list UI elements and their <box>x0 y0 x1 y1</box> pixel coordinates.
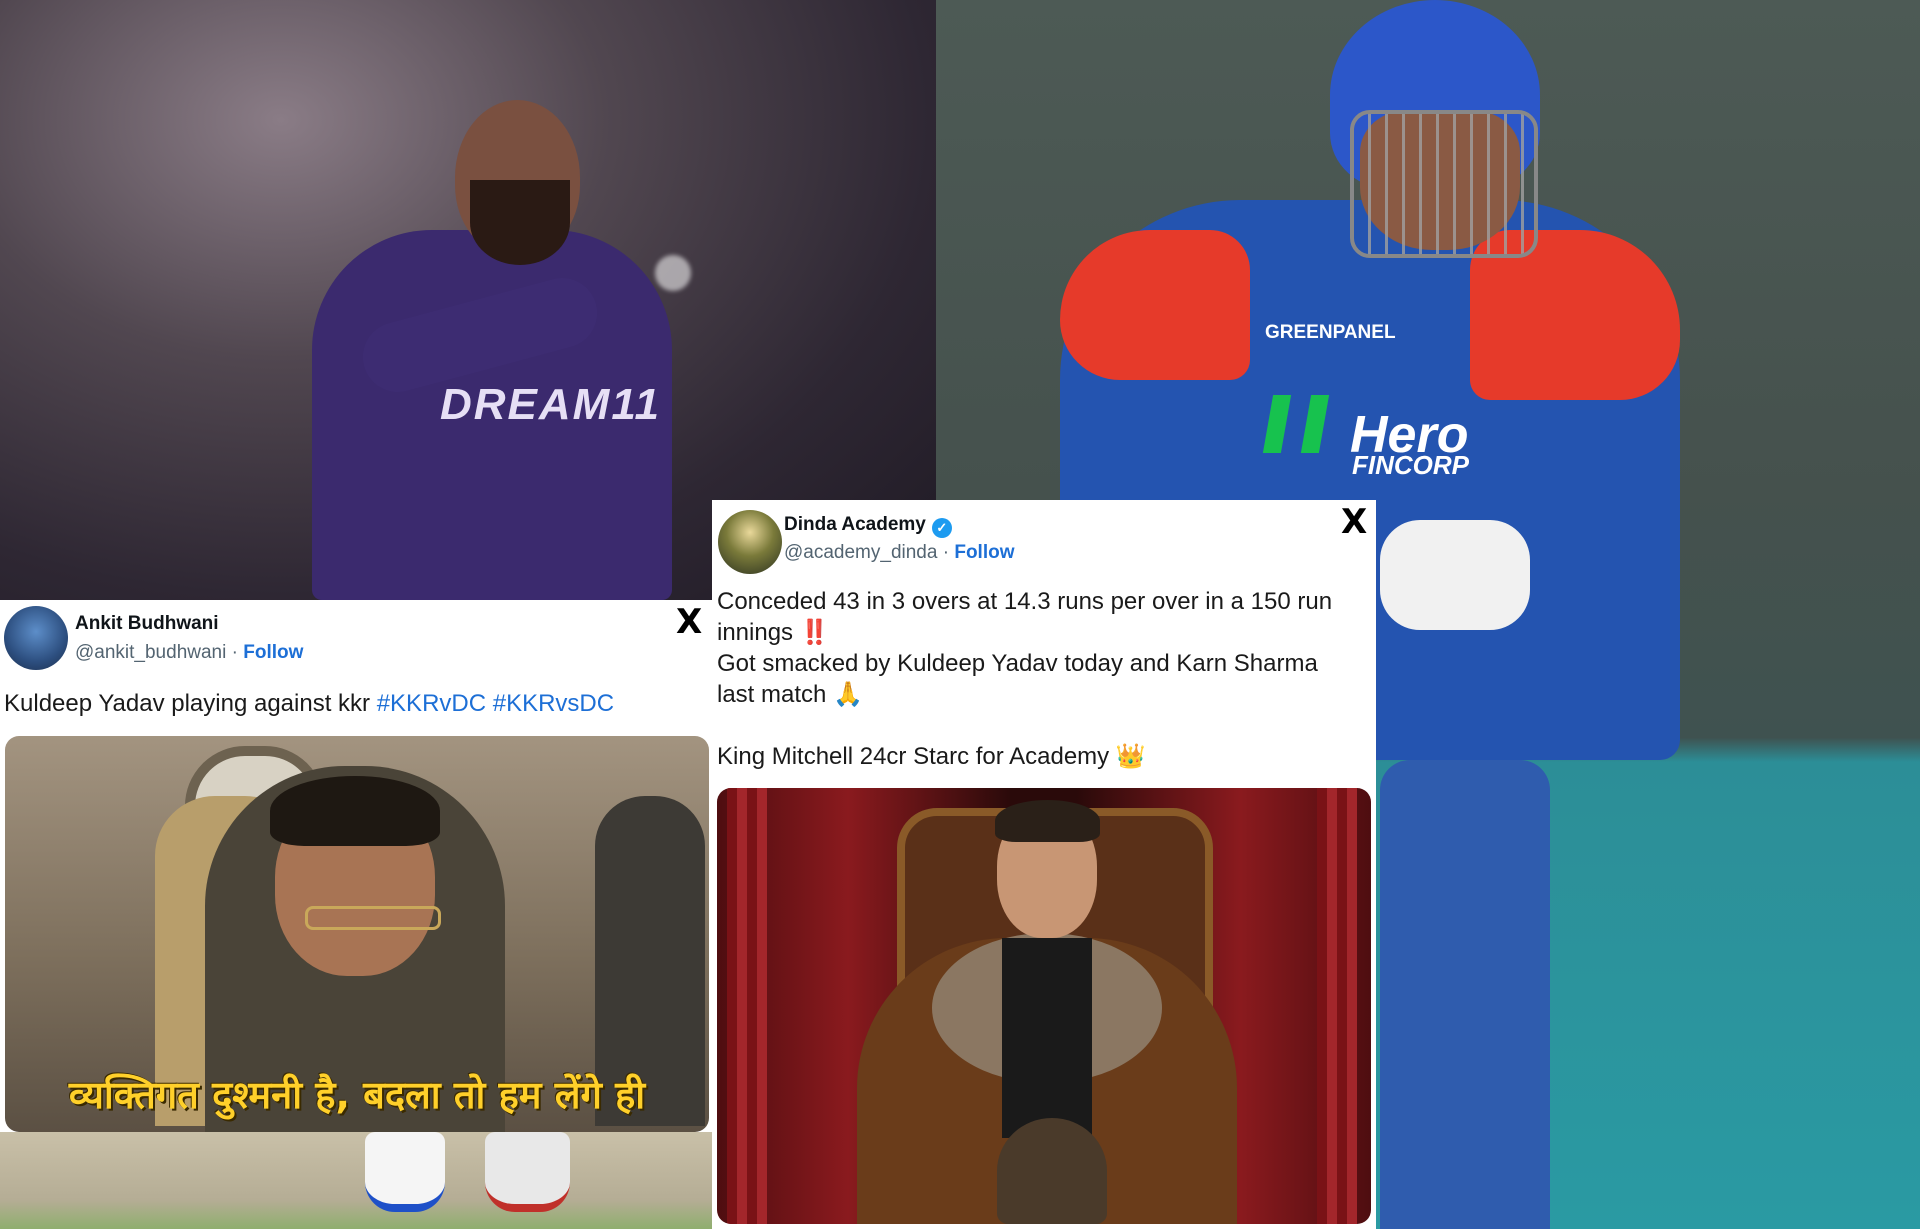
tweet-text: Conceded 43 in 3 overs at 14.3 runs per … <box>717 586 1332 772</box>
dc-player-glove <box>1380 520 1530 630</box>
tweet-text-spacer <box>717 710 1332 741</box>
tweet-handle-row: @ankit_budhwani · Follow <box>75 642 303 664</box>
meme-sunglasses <box>305 906 441 930</box>
cricket-shoe <box>365 1132 445 1212</box>
kkr-player-beard <box>470 180 570 265</box>
tweet-author-name[interactable]: Dinda Academy <box>784 514 926 535</box>
tweet-text-line: King Mitchell 24cr Starc for Academy 👑 <box>717 743 1146 770</box>
dc-sponsor-fincorp: FINCORP <box>1352 450 1469 480</box>
tweet-text-line: Got smacked by Kuldeep Yadav today and K… <box>717 650 1318 677</box>
x-logo-icon[interactable]: X <box>676 602 702 642</box>
verified-badge-icon: ✓ <box>931 518 952 538</box>
hashtag-link[interactable]: #KKRvDC <box>377 690 486 717</box>
dc-helmet-grill <box>1350 110 1538 258</box>
avatar[interactable] <box>718 510 782 574</box>
tweet-text: Kuldeep Yadav playing against kkr #KKRvD… <box>4 688 614 719</box>
king-hair <box>995 800 1100 842</box>
x-logo-icon[interactable]: X <box>1341 502 1367 542</box>
follow-link[interactable]: Follow <box>243 642 303 663</box>
avatar[interactable] <box>4 606 68 670</box>
king-shirt <box>1002 938 1092 1138</box>
tweet-author-handle[interactable]: @academy_dinda <box>784 542 937 563</box>
viking-helmet <box>997 1118 1107 1224</box>
follow-link[interactable]: Follow <box>954 542 1014 563</box>
tweet-text-body: Kuldeep Yadav playing against kkr <box>4 690 377 717</box>
tweet-text-line: innings ‼️ <box>717 619 830 646</box>
red-curtain <box>727 788 767 1224</box>
cricket-pitch <box>0 1132 712 1229</box>
tweet-card-dinda: Dinda Academy ✓ @academy_dinda · Follow X… <box>712 500 1376 1229</box>
meme-caption: व्यक्तिगत दुश्मनी है, बदला तो हम लेंगे ह… <box>68 1073 646 1117</box>
tweet-handle-row: @academy_dinda · Follow <box>784 542 1015 564</box>
dc-jersey-shoulder-left <box>1060 230 1250 380</box>
meme-main-hair <box>270 776 440 846</box>
cricket-shoe <box>485 1132 570 1212</box>
kkr-jersey-sponsor: DREAM11 <box>440 380 662 429</box>
separator: · <box>937 542 955 563</box>
tweet-text-line: last match 🙏 <box>717 681 863 708</box>
dc-sponsor-greenpanel: GREENPANEL <box>1265 322 1396 343</box>
tweet-author-handle[interactable]: @ankit_budhwani <box>75 642 226 663</box>
hashtag-link[interactable]: #KKRvsDC <box>493 690 614 717</box>
separator: · <box>226 642 244 663</box>
tweet-text-line: Conceded 43 in 3 overs at 14.3 runs per … <box>717 588 1333 615</box>
tweet-author-name[interactable]: Ankit Budhwani <box>75 613 219 635</box>
red-curtain <box>1317 788 1357 1224</box>
dc-player-pads <box>1380 760 1550 1229</box>
tweet-media-meme[interactable]: व्यक्तिगत दुश्मनी है, बदला तो हम लेंगे ह… <box>5 736 709 1132</box>
stadium-light <box>655 255 691 291</box>
tweet-author-name-row: Dinda Academy ✓ <box>784 514 952 538</box>
tweet-media-king-image[interactable] <box>717 788 1371 1224</box>
